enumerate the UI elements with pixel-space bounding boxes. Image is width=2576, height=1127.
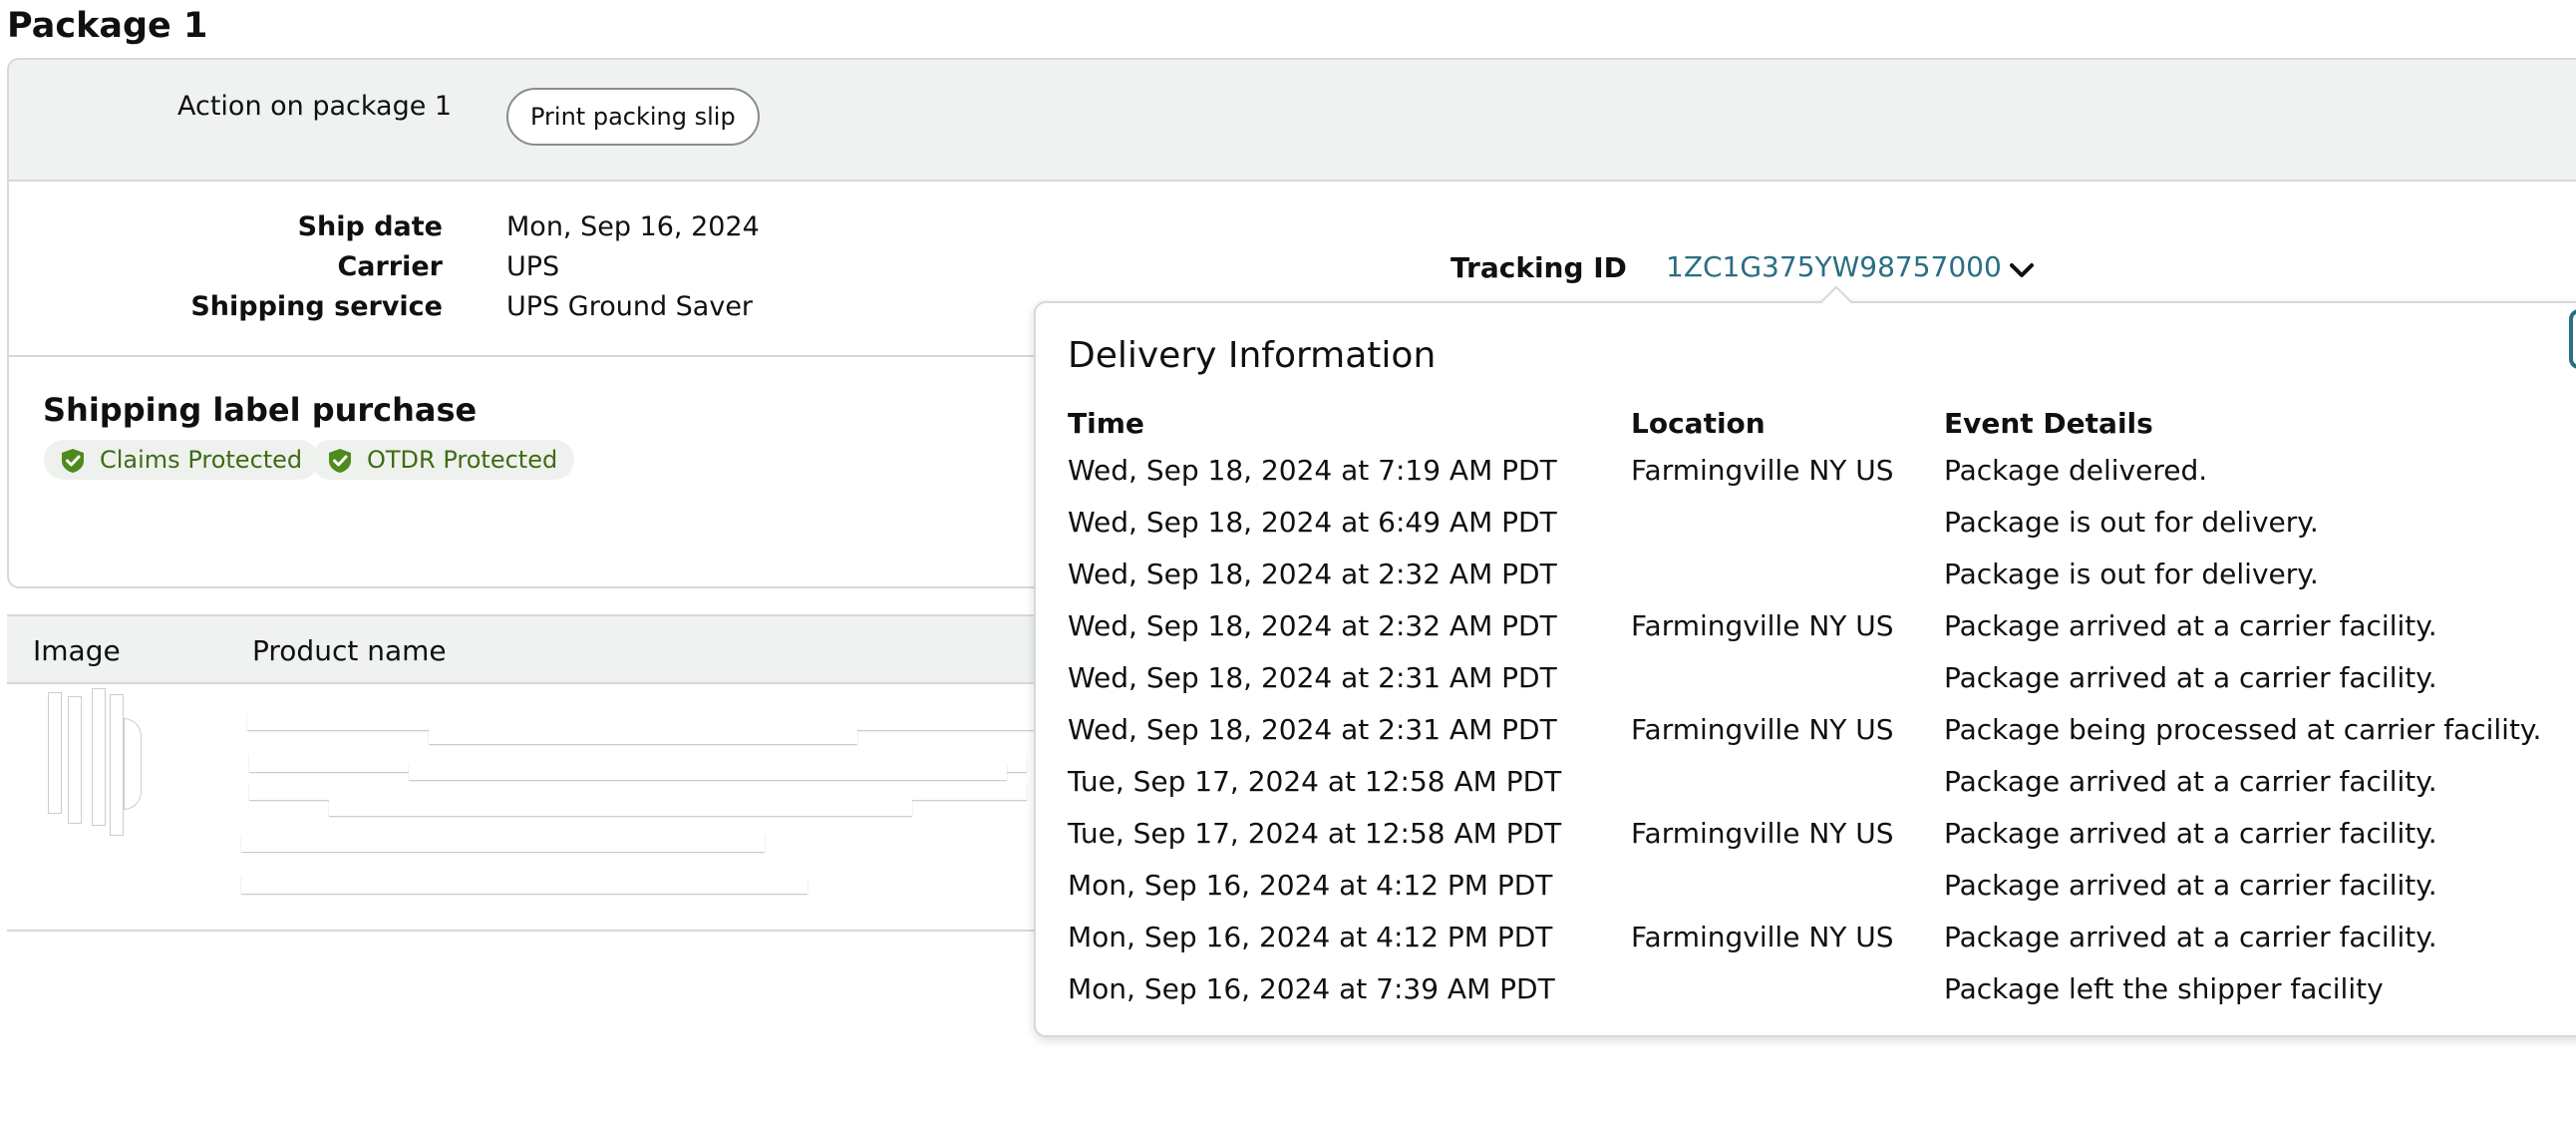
event-details: Package is out for delivery. [1944,558,2319,590]
ship-date-label: Ship date [297,211,443,242]
label-purchase-title: Shipping label purchase [43,391,478,429]
redaction-bar [241,834,765,852]
redaction-bar [124,718,142,810]
column-header-time: Time [1068,407,1144,440]
event-details: Package arrived at a carrier facility. [1944,921,2437,953]
event-location: Farmingville NY US [1631,817,1894,850]
event-location: Farmingville NY US [1631,609,1894,642]
event-details: Package arrived at a carrier facility. [1944,609,2437,642]
event-time: Tue, Sep 17, 2024 at 12:58 AM PDT [1068,817,1562,850]
event-time: Wed, Sep 18, 2024 at 2:31 AM PDT [1068,713,1557,746]
redaction-bar [241,876,807,894]
event-location: Farmingville NY US [1631,921,1894,953]
shield-check-icon [329,449,351,473]
redaction-bar [110,694,124,836]
event-time: Mon, Sep 16, 2024 at 7:39 AM PDT [1068,972,1555,1005]
redaction-bar [68,696,82,824]
redaction-bar [249,784,1027,800]
popover-close-button[interactable] [2569,309,2576,369]
event-details: Package left the shipper facility [1944,972,2384,1005]
redaction-bar [329,800,912,816]
redaction-bar [48,692,62,814]
tracking-id-link[interactable]: 1ZC1G375YW98757000 [1666,250,2002,283]
redaction-bar [92,688,106,826]
shipping-service-value: UPS Ground Saver [506,291,754,322]
shipping-service-label: Shipping service [190,291,443,322]
print-packing-slip-button[interactable]: Print packing slip [506,88,760,146]
event-details: Package arrived at a carrier facility. [1944,869,2437,902]
event-time: Wed, Sep 18, 2024 at 7:19 AM PDT [1068,454,1557,487]
column-header-product-name: Product name [252,634,447,667]
event-time: Mon, Sep 16, 2024 at 4:12 PM PDT [1068,869,1553,902]
shield-check-icon [62,449,84,473]
product-name-redacted [239,698,1057,908]
event-details: Package delivered. [1944,454,2208,487]
ship-date-value: Mon, Sep 16, 2024 [506,211,760,242]
redaction-bar [429,726,857,744]
event-details: Package being processed at carrier facil… [1944,713,2542,746]
event-time: Wed, Sep 18, 2024 at 2:31 AM PDT [1068,661,1557,694]
event-location: Farmingville NY US [1631,454,1894,487]
column-header-location: Location [1631,407,1766,440]
tracking-id-toggle[interactable]: 1ZC1G375YW98757000 [1666,250,2035,284]
action-label: Action on package 1 [177,91,453,122]
product-image-redacted [44,688,144,838]
badge-label: OTDR Protected [367,446,558,474]
carrier-label: Carrier [337,251,443,282]
popover-title: Delivery Information [1068,335,1437,376]
column-header-image: Image [33,634,121,667]
claims-protected-badge: Claims Protected [44,440,320,480]
column-header-event-details: Event Details [1944,407,2153,440]
event-details: Package is out for delivery. [1944,506,2319,539]
event-time: Mon, Sep 16, 2024 at 4:12 PM PDT [1068,921,1553,953]
event-time: Wed, Sep 18, 2024 at 6:49 AM PDT [1068,506,1557,539]
event-location: Farmingville NY US [1631,713,1894,746]
event-details: Package arrived at a carrier facility. [1944,817,2437,850]
otdr-protected-badge: OTDR Protected [311,440,575,480]
event-details: Package arrived at a carrier facility. [1944,661,2437,694]
carrier-value: UPS [506,251,560,282]
package-title: Package 1 [7,6,208,46]
event-details: Package arrived at a carrier facility. [1944,765,2437,798]
event-time: Wed, Sep 18, 2024 at 2:32 AM PDT [1068,558,1557,590]
tracking-id-label: Tracking ID [1450,251,1627,284]
event-time: Tue, Sep 17, 2024 at 12:58 AM PDT [1068,765,1562,798]
badge-label: Claims Protected [100,446,303,474]
chevron-down-icon[interactable] [2009,260,2035,284]
redaction-bar [409,764,1007,780]
event-time: Wed, Sep 18, 2024 at 2:32 AM PDT [1068,609,1557,642]
